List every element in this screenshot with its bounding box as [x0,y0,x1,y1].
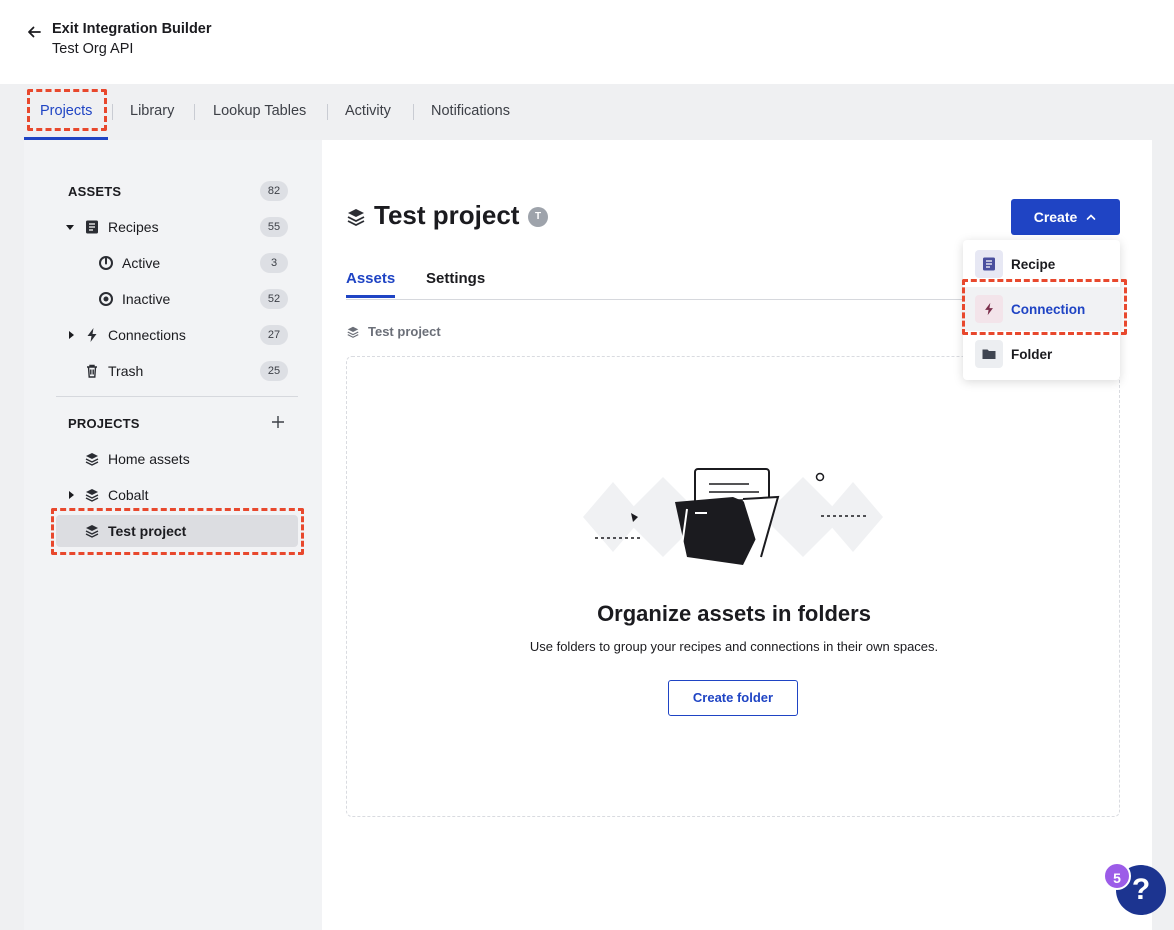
chevron-up-icon [1086,214,1096,220]
org-name: Test Org API [52,41,134,57]
page-title: Test project [374,200,520,230]
lightning-icon [975,295,1003,323]
caret-down-icon[interactable] [65,222,75,232]
sidebar-assets-header: ASSETS 82 [68,175,288,207]
assets-count-badge: 82 [260,181,288,201]
assets-section-title: ASSETS [68,183,122,199]
tab-library[interactable]: Library [130,84,174,140]
folder-icon [975,340,1003,368]
caret-right-icon[interactable] [66,330,76,340]
layers-icon [347,326,359,338]
tab-assets[interactable]: Assets [346,270,396,298]
sidebar-item-label: Recipes [108,219,159,235]
tab-divider [112,104,113,120]
active-count-badge: 3 [260,253,288,273]
projects-section-title: PROJECTS [68,415,140,431]
exit-integration-builder-link[interactable]: Exit Integration Builder [52,21,212,37]
tab-projects[interactable]: Projects [23,84,109,140]
menu-item-folder[interactable]: Folder [963,332,1120,376]
tab-settings[interactable]: Settings [426,270,485,287]
layers-icon [347,209,365,227]
stop-circle-icon [99,292,113,306]
sidebar: ASSETS 82 Recipes 55 Active 3 Inactive 5… [24,140,322,930]
sidebar-project-test-project[interactable]: Test project [84,515,288,547]
tab-divider [194,104,195,120]
sidebar-item-label: Connections [108,327,186,343]
recipes-count-badge: 55 [260,217,288,237]
menu-item-recipe[interactable]: Recipe [963,242,1120,286]
create-folder-button[interactable]: Create folder [668,680,798,716]
sidebar-item-label: Test project [108,523,187,539]
folder-illustration [583,468,883,565]
tab-activity[interactable]: Activity [345,84,391,140]
sidebar-project-home-assets[interactable]: Home assets [84,443,288,475]
caret-right-icon[interactable] [66,490,76,500]
tab-notifications[interactable]: Notifications [431,84,510,140]
help-notification-badge: 5 [1103,862,1131,890]
add-project-icon[interactable] [270,414,286,430]
create-button-label: Create [1033,209,1078,225]
back-arrow-icon[interactable] [24,22,44,42]
sidebar-item-label: Cobalt [108,487,149,503]
menu-item-label: Folder [1011,346,1053,362]
menu-item-label: Recipe [1011,256,1056,272]
power-icon [99,256,113,270]
layers-icon [85,453,99,466]
recipe-icon [86,220,98,234]
sidebar-divider [56,396,298,397]
tab-lookup-tables[interactable]: Lookup Tables [213,84,306,140]
lightning-icon [87,328,97,342]
menu-item-connection[interactable]: Connection [963,287,1120,331]
sidebar-item-label: Active [122,255,161,271]
sidebar-item-active[interactable]: Active 3 [98,247,288,279]
trash-count-badge: 25 [260,361,288,381]
layers-icon [85,489,99,502]
connections-count-badge: 27 [260,325,288,345]
sidebar-item-label: Home assets [108,451,190,467]
layers-icon [85,525,99,538]
breadcrumb: Test project [346,324,441,339]
sidebar-item-label: Trash [108,363,144,379]
owner-avatar[interactable]: T [528,207,548,227]
empty-state-panel: Organize assets in folders Use folders t… [346,356,1120,817]
sidebar-item-trash[interactable]: Trash 25 [84,355,288,387]
create-button[interactable]: Create [1011,199,1120,235]
sidebar-item-label: Inactive [122,291,171,307]
create-dropdown-menu: Recipe Connection Folder [963,240,1120,380]
top-header: Exit Integration Builder Test Org API [0,0,1174,84]
main-tabs: Projects Library Lookup Tables Activity … [0,84,1174,140]
recipe-icon [975,250,1003,278]
inactive-count-badge: 52 [260,289,288,309]
sidebar-item-connections[interactable]: Connections 27 [84,319,288,351]
sidebar-project-cobalt[interactable]: Cobalt [84,479,288,511]
empty-state-subtitle: Use folders to group your recipes and co… [529,639,939,654]
tab-divider [327,104,328,120]
empty-state-title: Organize assets in folders [597,601,871,626]
tab-divider [413,104,414,120]
sidebar-item-inactive[interactable]: Inactive 52 [98,283,288,315]
menu-item-label: Connection [1011,301,1086,317]
trash-icon [87,364,97,378]
sidebar-item-recipes[interactable]: Recipes 55 [84,211,288,243]
sidebar-projects-header: PROJECTS [68,407,298,439]
breadcrumb-project[interactable]: Test project [368,324,441,339]
